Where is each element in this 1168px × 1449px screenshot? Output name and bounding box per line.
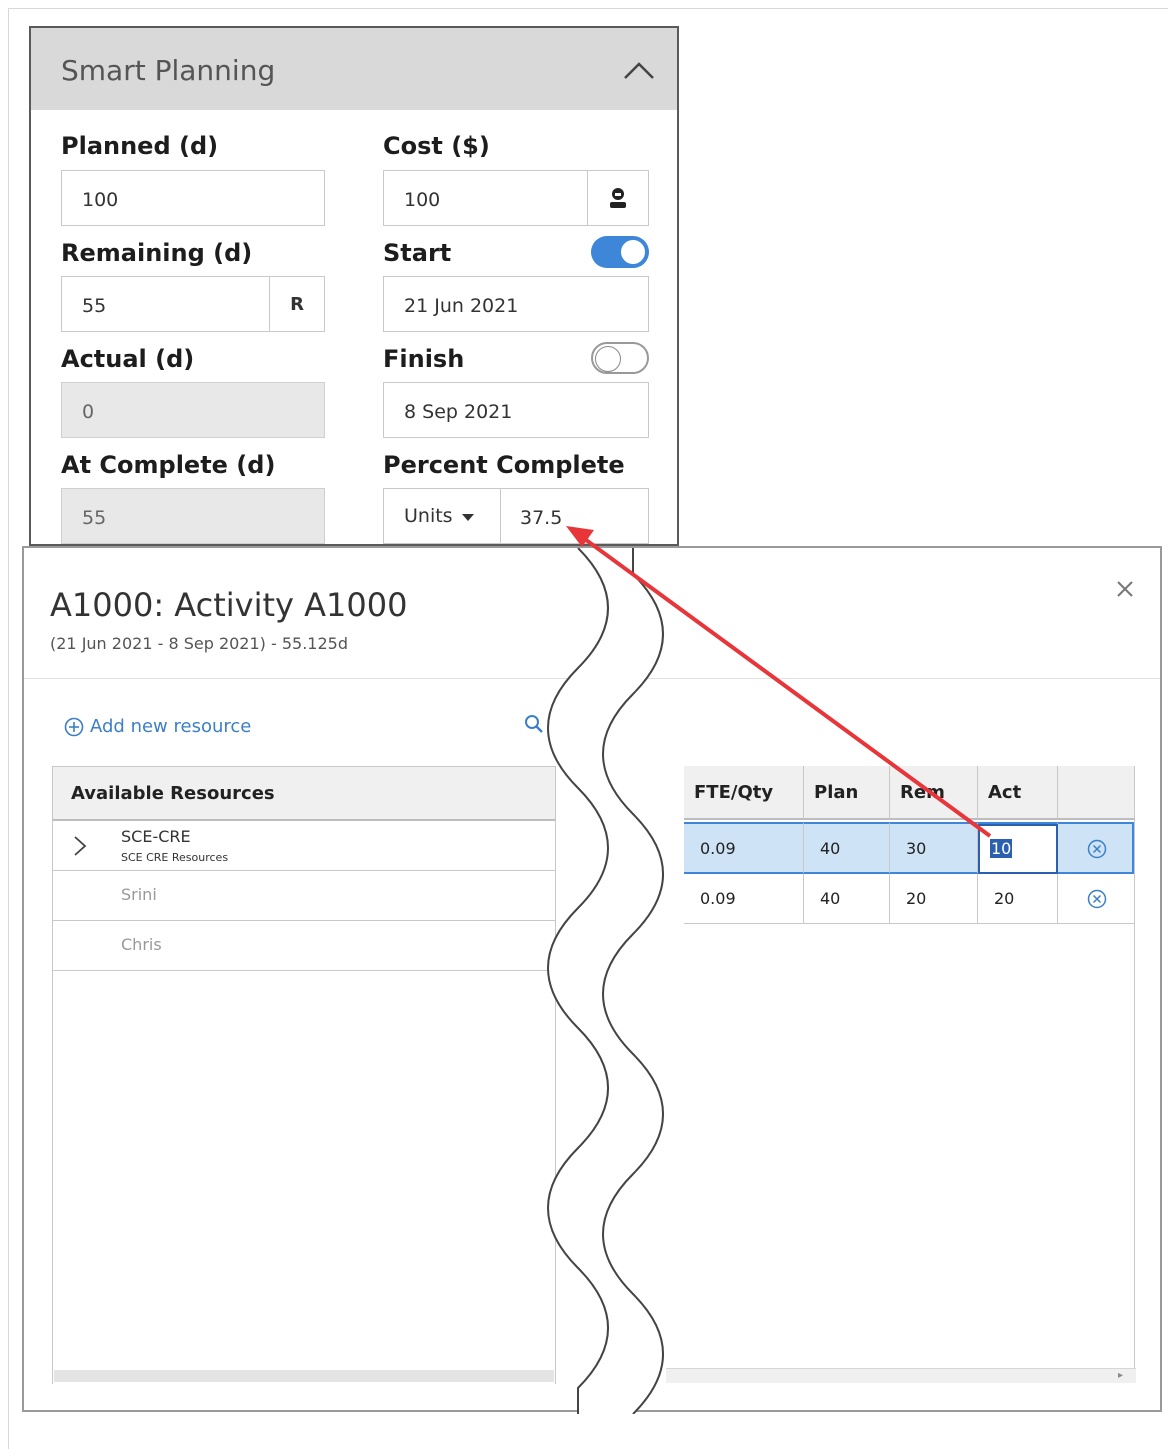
cell-plan[interactable]: 40 <box>804 822 890 874</box>
cell-value: 40 <box>820 889 841 908</box>
percent-complete-label: Percent Complete <box>383 451 625 479</box>
cell-act[interactable]: 20 <box>978 874 1058 924</box>
resource-row[interactable]: SCE-CRE SCE CRE Resources <box>53 821 555 871</box>
cell-value: 30 <box>906 839 927 858</box>
resources-scrollbar[interactable] <box>54 1370 554 1382</box>
actual-input: 0 <box>61 382 325 438</box>
column-header-act[interactable]: Act <box>978 766 1058 820</box>
cell-fte[interactable]: 0.09 <box>684 822 804 874</box>
person-icon <box>610 188 626 208</box>
column-header-fte[interactable]: FTE/Qty <box>684 766 804 820</box>
cell-rem[interactable]: 30 <box>890 822 978 874</box>
start-date-input[interactable]: 21 Jun 2021 <box>383 276 649 332</box>
column-header-plan[interactable]: Plan <box>804 766 890 820</box>
grid-scrollbar[interactable] <box>666 1368 1136 1383</box>
at-complete-input: 55 <box>61 488 325 544</box>
percent-value[interactable]: 37.5 <box>520 507 562 529</box>
actual-value: 0 <box>82 401 95 423</box>
percent-type-label: Units <box>404 505 453 527</box>
cell-value: 0.09 <box>700 839 736 858</box>
cell-plan[interactable]: 40 <box>804 874 890 924</box>
add-resource-label: Add new resource <box>90 716 252 737</box>
grid-border <box>1134 766 1135 1382</box>
cell-value: 20 <box>906 889 927 908</box>
column-header-rem[interactable]: Rem <box>890 766 978 820</box>
percent-type-dropdown[interactable]: Units <box>384 489 501 543</box>
toggle-knob <box>621 240 645 264</box>
torn-edge-divider <box>547 548 664 1414</box>
finish-date-input[interactable]: 8 Sep 2021 <box>383 382 649 438</box>
chevron-up-icon[interactable] <box>621 58 657 84</box>
smart-planning-panel: Smart Planning Planned (d) 100 Cost ($) … <box>29 26 679 546</box>
planned-label: Planned (d) <box>61 132 219 160</box>
cell-value: 10 <box>990 839 1013 858</box>
cell-fte[interactable]: 0.09 <box>684 874 804 924</box>
add-new-resource-link[interactable]: Add new resource <box>64 716 251 737</box>
cell-value: 40 <box>820 839 841 858</box>
resource-row[interactable]: Srini <box>53 871 555 921</box>
available-resources-panel: Available Resources SCE-CRE SCE CRE Reso… <box>52 766 556 1384</box>
column-header-actions <box>1058 766 1135 820</box>
chevron-right-icon[interactable] <box>73 835 87 857</box>
resource-name: SCE-CRE <box>121 827 191 846</box>
caret-down-icon <box>462 514 474 521</box>
remaining-label: Remaining (d) <box>61 239 253 267</box>
planned-value: 100 <box>82 189 119 211</box>
resources-header: Available Resources <box>53 767 555 821</box>
resources-header-label: Available Resources <box>71 783 275 804</box>
percent-complete-field: Units 37.5 <box>383 488 649 544</box>
cell-value: 20 <box>994 889 1015 908</box>
resource-row[interactable]: Chris <box>53 921 555 971</box>
resource-name: Chris <box>121 935 162 954</box>
cost-label: Cost ($) <box>383 132 490 160</box>
toggle-knob <box>595 346 621 372</box>
act-edit-input[interactable]: 10 <box>978 824 1058 874</box>
remove-icon[interactable] <box>1087 839 1107 859</box>
column-header-label: Plan <box>814 782 859 803</box>
start-toggle[interactable] <box>591 236 649 268</box>
remove-icon[interactable] <box>1087 889 1107 909</box>
scroll-right-icon[interactable]: ▸ <box>1118 1370 1123 1381</box>
finish-label: Finish <box>383 345 465 373</box>
at-complete-label: At Complete (d) <box>61 451 276 479</box>
panel-header[interactable]: Smart Planning <box>31 28 677 110</box>
actual-label: Actual (d) <box>61 345 195 373</box>
finish-toggle[interactable] <box>591 342 649 374</box>
finish-value: 8 Sep 2021 <box>404 401 513 423</box>
add-circle-icon <box>64 717 84 736</box>
column-header-label: Act <box>988 782 1022 803</box>
remaining-input[interactable]: 55 R <box>61 276 325 332</box>
dialog-subtitle: (21 Jun 2021 - 8 Sep 2021) - 55.125d <box>50 634 348 653</box>
resource-name: Srini <box>121 885 157 904</box>
cell-value: 0.09 <box>700 889 736 908</box>
close-icon[interactable] <box>1114 578 1136 600</box>
cell-rem[interactable]: 20 <box>890 874 978 924</box>
column-header-label: Rem <box>900 782 945 803</box>
panel-title: Smart Planning <box>61 54 276 87</box>
resource-picker-button[interactable] <box>587 171 648 225</box>
start-value: 21 Jun 2021 <box>404 295 519 317</box>
planned-input[interactable]: 100 <box>61 170 325 226</box>
cost-value: 100 <box>404 189 441 211</box>
remaining-value: 55 <box>82 295 107 317</box>
resource-description: SCE CRE Resources <box>121 851 229 864</box>
at-complete-value: 55 <box>82 507 107 529</box>
start-label: Start <box>383 239 452 267</box>
remaining-r-button[interactable]: R <box>269 277 324 331</box>
column-header-label: FTE/Qty <box>694 782 774 803</box>
dialog-title: A1000: Activity A1000 <box>50 586 408 624</box>
cost-input[interactable]: 100 <box>383 170 649 226</box>
